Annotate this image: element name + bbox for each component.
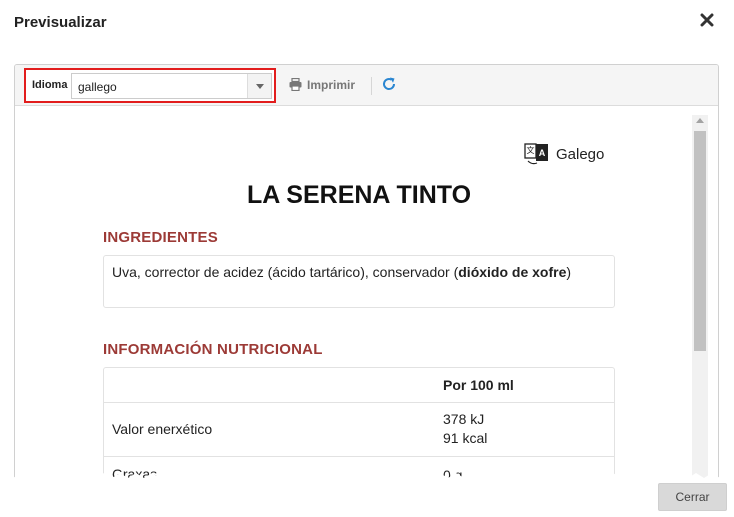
language-badge-text: Galego — [556, 146, 605, 163]
table-row: Valor enerxético 378 kJ 91 kcal — [104, 403, 614, 457]
select-arrow[interactable] — [247, 74, 271, 98]
svg-text:A: A — [539, 148, 546, 158]
close-button[interactable]: Cerrar — [658, 483, 727, 511]
row-label: Valor enerxético — [112, 421, 213, 437]
language-select-value: gallego — [78, 80, 117, 94]
close-x-icon[interactable] — [700, 13, 718, 31]
scroll-up-icon[interactable] — [696, 117, 704, 123]
ingredients-box: Uva, corrector de acidez (ácido tartáric… — [103, 255, 615, 308]
scrollbar-thumb[interactable] — [694, 131, 706, 351]
refresh-icon — [383, 77, 396, 90]
ingredients-text: Uva, corrector de acidez (ácido tartáric… — [112, 264, 459, 280]
refresh-button[interactable] — [381, 76, 399, 94]
chevron-down-icon — [256, 84, 264, 89]
dialog-title: Previsualizar — [14, 14, 107, 31]
column-header: Por 100 ml — [443, 377, 514, 393]
row-value: 378 kJ 91 kcal — [443, 410, 487, 448]
table-header-row: Por 100 ml — [104, 368, 614, 403]
language-label: Idioma — [32, 79, 68, 91]
dialog-footer: Cerrar — [0, 478, 734, 517]
svg-text:文: 文 — [527, 145, 535, 155]
ingredients-heading: INGREDIENTES — [103, 229, 218, 246]
preview-scrollbar[interactable] — [692, 115, 708, 503]
print-label: Imprimir — [307, 78, 356, 92]
preview-frame: Idioma gallego Imprimir A 文 Galego LA SE… — [14, 64, 719, 504]
printer-icon — [289, 78, 302, 91]
row-value-line: 91 kcal — [443, 430, 488, 446]
label-preview: A 文 Galego LA SERENA TINTO INGREDIENTES … — [15, 107, 718, 503]
dialog-header: Previsualizar — [0, 0, 734, 48]
row-value-line: 378 kJ — [443, 411, 485, 427]
translate-icon: A 文 — [524, 143, 548, 165]
language-selector-group: Idioma gallego — [24, 68, 276, 103]
ingredients-text-end: ) — [566, 264, 572, 280]
toolbar-divider — [371, 77, 372, 95]
language-select[interactable]: gallego — [71, 73, 272, 99]
product-title: LA SERENA TINTO — [246, 181, 472, 209]
ingredients-allergen: dióxido de xofre — [458, 264, 567, 280]
toolbar: Idioma gallego Imprimir — [15, 65, 718, 106]
nutrition-heading: INFORMACIÓN NUTRICIONAL — [103, 341, 323, 358]
